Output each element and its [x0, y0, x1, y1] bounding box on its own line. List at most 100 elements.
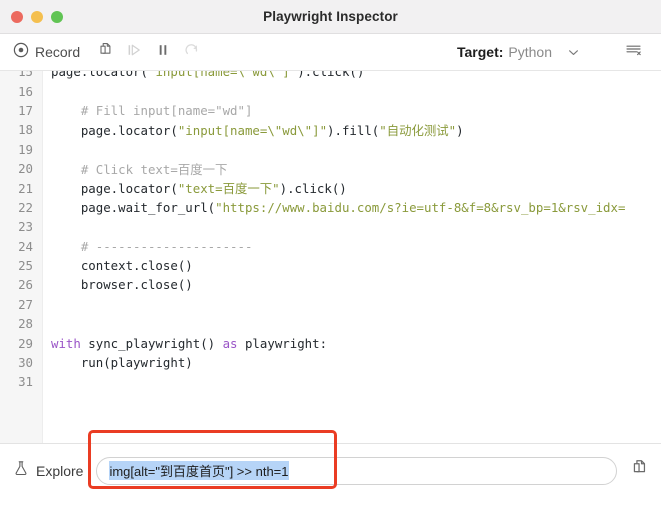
- step-over-icon: [126, 42, 142, 63]
- code-token: "text=百度一下": [177, 181, 280, 197]
- line-content[interactable]: # Click text=百度一下: [42, 160, 228, 178]
- record-button[interactable]: Record: [13, 42, 80, 63]
- code-line: 29 with sync_playwright() as playwright:: [0, 333, 661, 352]
- title-bar: Playwright Inspector: [0, 0, 661, 34]
- resume-button[interactable]: [179, 40, 205, 64]
- line-number: 20: [18, 161, 33, 177]
- line-content[interactable]: page.locator("input[name=\"wd\"]").fill(…: [42, 121, 464, 139]
- code-scroll-viewport[interactable]: 15 page.locator("input[name=\"wd\"]").cli…: [0, 71, 661, 443]
- code-token: # Click text=百度一下: [51, 161, 228, 177]
- code-token: page.locator(: [51, 122, 178, 138]
- window-title: Playwright Inspector: [263, 9, 398, 24]
- line-number: 16: [18, 83, 33, 99]
- line-number: 27: [18, 296, 33, 312]
- code-line: 26 browser.close(): [0, 275, 661, 294]
- line-number: 19: [18, 141, 33, 157]
- code-token: "input[name=\"wd\"]": [177, 122, 328, 138]
- selector-input[interactable]: img[alt="到百度首页"] >> nth=1: [96, 456, 617, 485]
- line-content[interactable]: browser.close(): [42, 277, 193, 292]
- explore-label-group: Explore: [13, 460, 83, 482]
- zoom-window-button[interactable]: [51, 10, 63, 23]
- page-bottom-margin: [0, 496, 661, 515]
- line-number: 31: [18, 374, 33, 390]
- code-line: 18 page.locator("input[name=\"wd\"]").fi…: [0, 120, 661, 139]
- code-line: 19: [0, 140, 661, 159]
- pause-button[interactable]: [150, 40, 176, 64]
- clear-log-button[interactable]: [620, 40, 646, 64]
- line-number: 15: [18, 71, 33, 80]
- explore-label: Explore: [36, 462, 84, 479]
- code-token: ).click(): [297, 71, 365, 80]
- close-window-button[interactable]: [11, 10, 23, 23]
- code-editor[interactable]: 15 page.locator("input[name=\"wd\"]").cli…: [0, 71, 661, 443]
- code-token: run(playwright): [51, 355, 193, 371]
- chevron-down-icon[interactable]: [567, 46, 580, 59]
- line-number: 17: [18, 102, 33, 118]
- minimize-window-button[interactable]: [31, 10, 43, 23]
- code-token: page.locator(: [51, 181, 178, 197]
- line-number: 21: [18, 180, 33, 196]
- code-line: 24 # ---------------------: [0, 237, 661, 256]
- code-line: 27: [0, 295, 661, 314]
- line-content[interactable]: page.locator("input[name=\"wd\"]").click…: [42, 71, 364, 79]
- code-line: 15 page.locator("input[name=\"wd\"]").cli…: [0, 71, 661, 81]
- copy-icon: [631, 459, 648, 482]
- code-token: playwright:: [237, 335, 328, 351]
- line-content[interactable]: # ---------------------: [42, 238, 253, 254]
- code-token: as: [222, 335, 238, 351]
- code-line: 23: [0, 217, 661, 236]
- line-number: 22: [18, 199, 33, 215]
- toolbar-left-group: Record: [13, 40, 208, 64]
- copy-icon: [98, 42, 113, 63]
- code-token: "input[name=\"wd\"]": [147, 71, 298, 80]
- line-number: 28: [18, 316, 33, 332]
- clear-log-icon: [625, 42, 642, 63]
- explore-bar: Explore img[alt="到百度首页"] >> nth=1: [0, 443, 661, 496]
- code-token: with: [51, 335, 81, 351]
- line-number: 18: [18, 122, 33, 138]
- copy-selector-button[interactable]: [631, 459, 648, 482]
- line-content[interactable]: with sync_playwright() as playwright:: [42, 336, 327, 351]
- code-token: page.locator(: [51, 71, 148, 80]
- code-token: ).fill(: [327, 122, 380, 138]
- line-number: 30: [18, 355, 33, 371]
- selector-input-value[interactable]: img[alt="到百度首页"] >> nth=1: [109, 461, 289, 480]
- code-line: 20 # Click text=百度一下: [0, 159, 661, 178]
- code-token: ).click(): [279, 181, 347, 197]
- target-selector[interactable]: Target: Python: [457, 44, 580, 60]
- line-content[interactable]: # Fill input[name="wd"]: [42, 102, 253, 118]
- code-line: 21 page.locator("text=百度一下").click(): [0, 178, 661, 197]
- traffic-lights: [0, 10, 63, 23]
- code-line: 30 run(playwright): [0, 353, 661, 372]
- line-content[interactable]: context.close(): [42, 258, 193, 273]
- record-circle-icon: [13, 42, 29, 63]
- target-value: Python: [508, 44, 552, 60]
- copy-source-button[interactable]: [92, 40, 118, 64]
- playwright-inspector-window: Playwright Inspector Record Target: Pyth…: [0, 0, 661, 496]
- line-number: 23: [18, 219, 33, 235]
- line-number: 24: [18, 238, 33, 254]
- code-line: 31: [0, 372, 661, 391]
- step-over-button[interactable]: [121, 40, 147, 64]
- line-content[interactable]: run(playwright): [42, 355, 193, 370]
- line-content[interactable]: page.wait_for_url("https://www.baidu.com…: [42, 199, 626, 215]
- code-token: "自动化测试": [379, 122, 457, 138]
- code-line: 25 context.close(): [0, 256, 661, 275]
- toolbar-right-group: Target: Python: [457, 40, 649, 64]
- resume-icon: [184, 42, 200, 63]
- code-token: # ---------------------: [51, 238, 253, 254]
- line-number: 26: [18, 277, 33, 293]
- code-token: "https://www.baidu.com/s?ie=utf-8&f=8&rs…: [215, 199, 626, 215]
- code-token: # Fill input[name="wd"]: [51, 102, 253, 118]
- line-number: 29: [18, 335, 33, 351]
- target-label: Target:: [456, 44, 504, 60]
- code-line: 17 # Fill input[name="wd"]: [0, 101, 661, 120]
- code-token: ): [456, 122, 464, 138]
- line-number: 25: [18, 258, 33, 274]
- toolbar: Record Target: Python: [0, 34, 661, 71]
- record-label: Record: [35, 44, 81, 60]
- pause-icon: [155, 42, 171, 63]
- code-token: page.wait_for_url(: [51, 199, 216, 215]
- line-content[interactable]: page.locator("text=百度一下").click(): [42, 179, 347, 197]
- code-token: browser.close(): [51, 277, 193, 293]
